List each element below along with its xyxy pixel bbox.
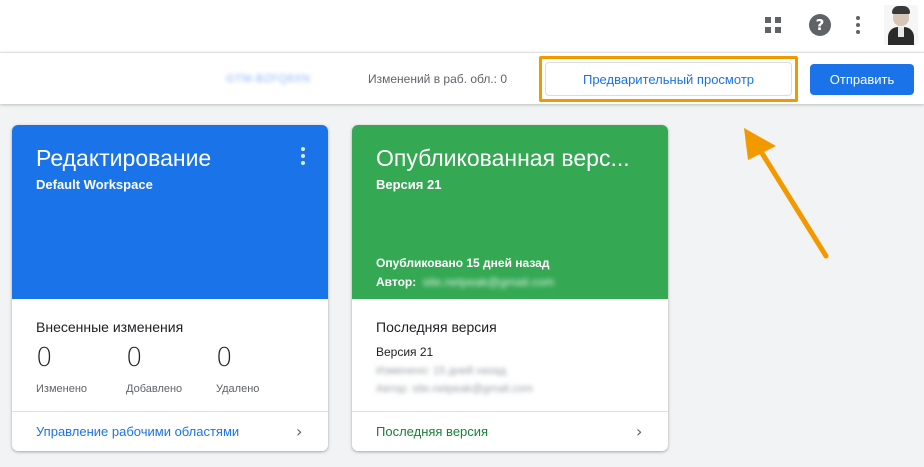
published-author: Автор: site.netpeak@gmail.com bbox=[376, 275, 554, 289]
apps-icon[interactable] bbox=[758, 10, 788, 40]
help-icon[interactable]: ? bbox=[805, 10, 835, 40]
published-card-footer[interactable]: Последняя версия › bbox=[352, 411, 668, 451]
workspace-changes-count: Изменений в раб. обл.: 0 bbox=[368, 72, 508, 86]
author-email: site.netpeak@gmail.com bbox=[422, 275, 555, 289]
top-app-bar: ? bbox=[0, 0, 924, 52]
avatar[interactable] bbox=[884, 5, 918, 45]
published-version-card: Опубликованная верс... Версия 21 Опублик… bbox=[352, 125, 668, 451]
published-date: Опубликовано 15 дней назад bbox=[376, 256, 550, 270]
stat-value: 0 bbox=[126, 343, 143, 373]
chevron-right-icon[interactable]: › bbox=[636, 422, 642, 441]
chevron-right-icon[interactable]: › bbox=[296, 422, 302, 441]
workspace-toolbar: GTM-BZFQ8XN Изменений в раб. обл.: 0 Пре… bbox=[0, 52, 924, 104]
stat-label: Изменено bbox=[36, 383, 88, 395]
workspace-name: Default Workspace bbox=[36, 177, 153, 192]
card-menu-icon[interactable] bbox=[298, 147, 308, 167]
manage-workspaces-link[interactable]: Управление рабочими областями bbox=[36, 424, 239, 439]
editing-card-header: Редактирование Default Workspace bbox=[12, 125, 328, 299]
latest-version-number: Версия 21 bbox=[376, 345, 434, 359]
author-label: Автор: bbox=[376, 275, 417, 289]
more-vert-icon[interactable] bbox=[843, 10, 873, 40]
latest-version-title: Последняя версия bbox=[376, 319, 497, 335]
container-id: GTM-BZFQ8XN bbox=[226, 73, 311, 85]
submit-button[interactable]: Отправить bbox=[810, 64, 914, 95]
latest-version-link[interactable]: Последняя версия bbox=[376, 424, 488, 439]
latest-version-modified: Изменено: 15 дней назад bbox=[376, 365, 506, 377]
changes-section-title: Внесенные изменения bbox=[36, 319, 184, 335]
preview-button[interactable]: Предварительный просмотр bbox=[545, 62, 792, 96]
published-card-title: Опубликованная верс... bbox=[376, 145, 630, 171]
published-version-number: Версия 21 bbox=[376, 177, 442, 192]
stat-value: 0 bbox=[36, 343, 53, 373]
editing-card-title: Редактирование bbox=[36, 145, 212, 171]
stat-deleted: 0 Удалено bbox=[216, 343, 259, 395]
latest-version-author: Автор: site.netpeak@gmail.com bbox=[376, 383, 533, 395]
annotation-arrow-icon bbox=[744, 128, 829, 259]
stat-value: 0 bbox=[216, 343, 233, 373]
stat-label: Добавлено bbox=[126, 383, 183, 395]
editing-card-footer[interactable]: Управление рабочими областями › bbox=[12, 411, 328, 451]
published-card-header: Опубликованная верс... Версия 21 Опублик… bbox=[352, 125, 668, 299]
stat-label: Удалено bbox=[216, 383, 260, 395]
editing-card: Редактирование Default Workspace Внесенн… bbox=[12, 125, 328, 451]
stat-added: 0 Добавлено bbox=[126, 343, 182, 395]
stat-modified: 0 Изменено bbox=[36, 343, 87, 395]
